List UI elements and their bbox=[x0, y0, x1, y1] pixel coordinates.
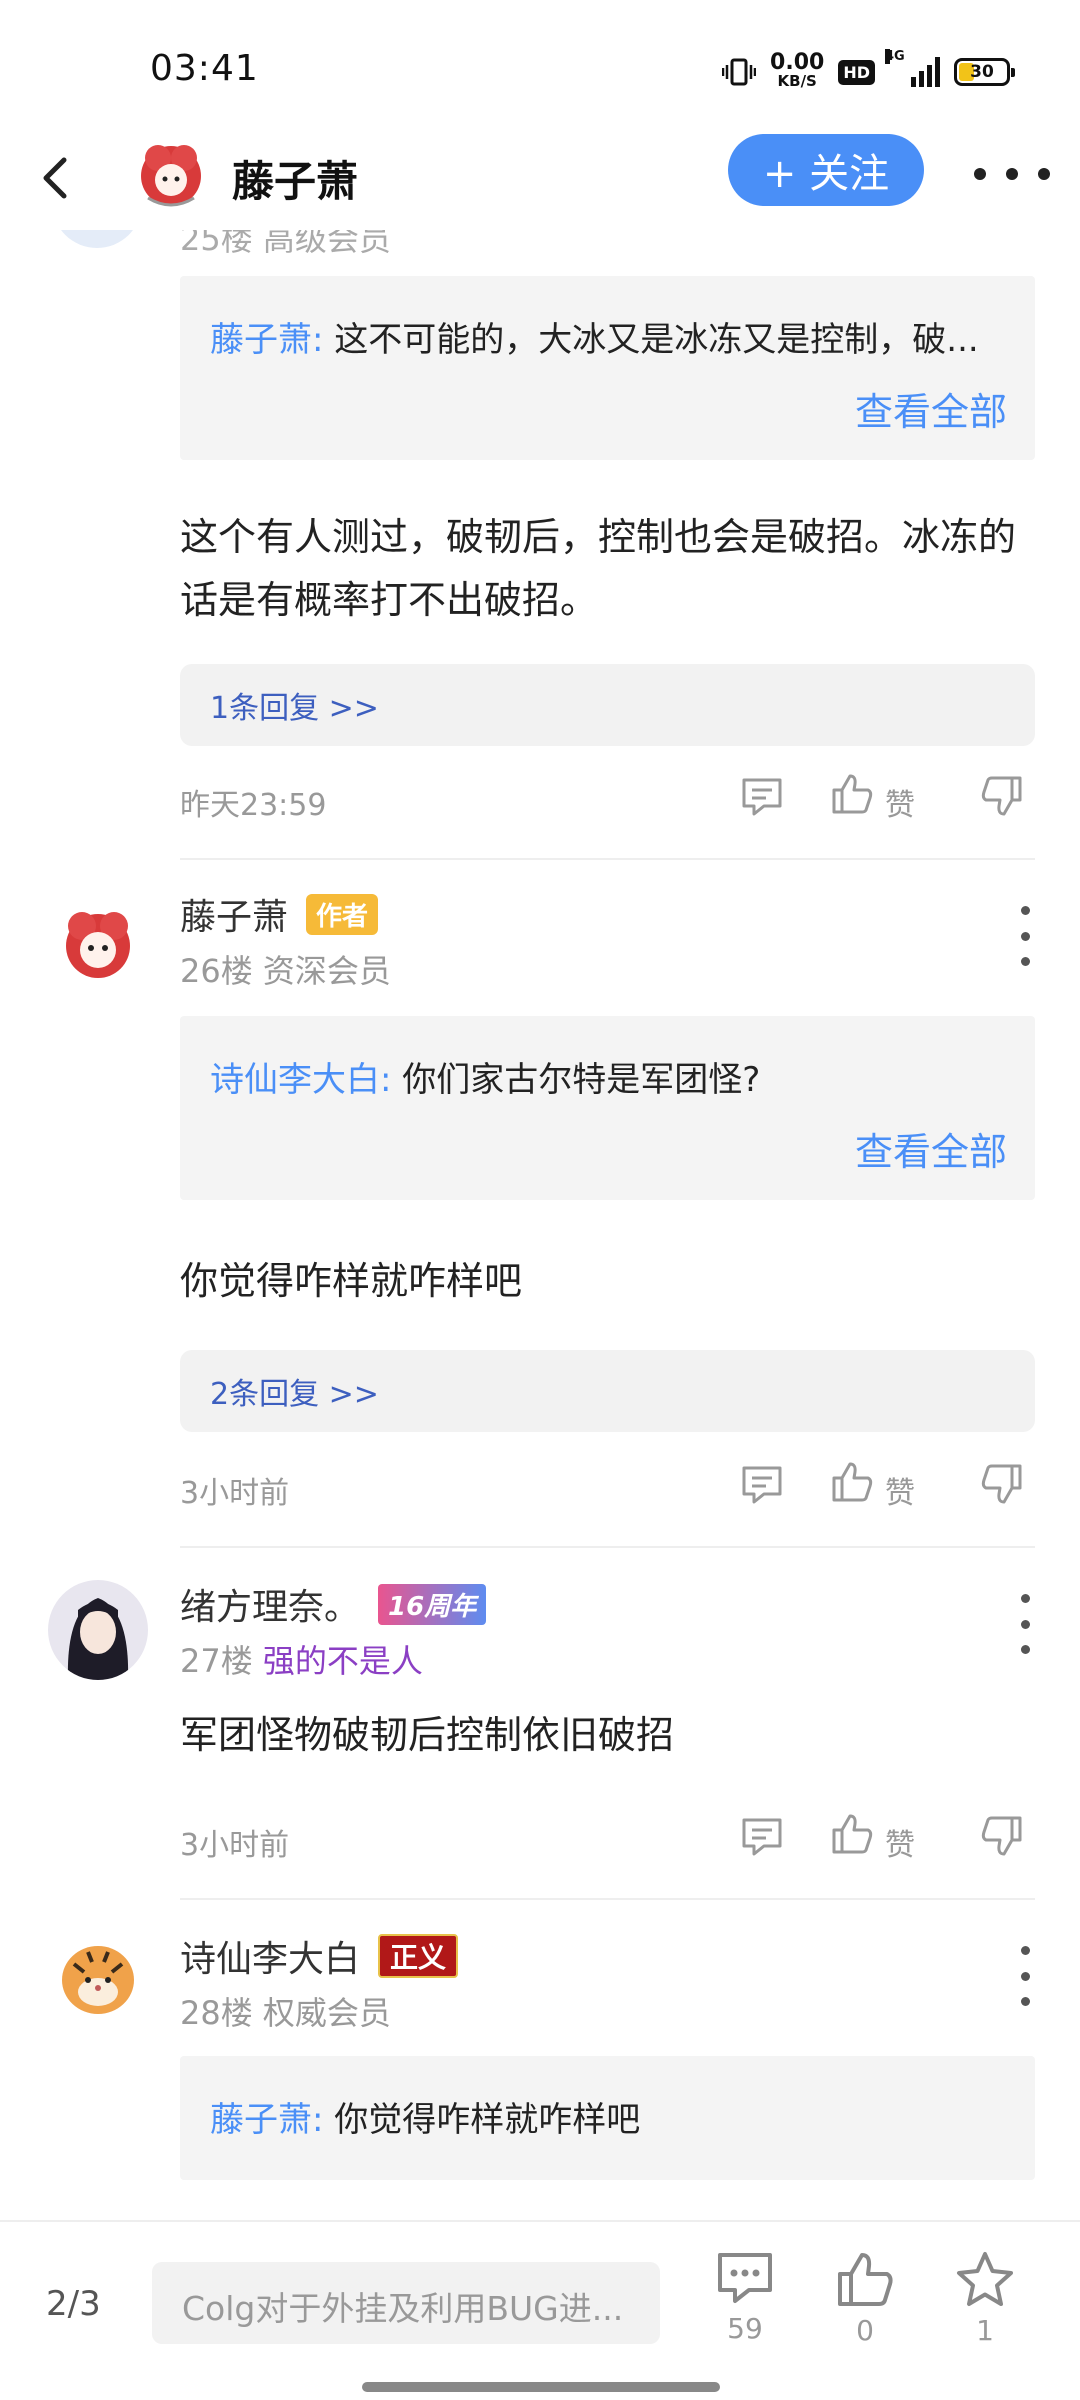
avatar[interactable] bbox=[48, 890, 148, 990]
hd-icon: HD bbox=[838, 59, 875, 85]
comment-time: 昨天23:59 bbox=[180, 788, 327, 823]
reply-icon[interactable] bbox=[740, 1816, 784, 1858]
comment-username[interactable]: 诗仙李大白 正义 bbox=[180, 1930, 459, 1982]
justice-badge: 正义 bbox=[378, 1934, 459, 1978]
replies-link[interactable]: 2条回复 >> bbox=[180, 1350, 1035, 1432]
more-options-button[interactable] bbox=[974, 154, 1050, 194]
quote-text: 诗仙李大白: 你们家古尔特是军团怪? bbox=[210, 1060, 761, 1100]
comment-options-button[interactable] bbox=[1010, 906, 1040, 966]
top-header: 藤子萧 + 关注 bbox=[0, 120, 1080, 230]
floor-info: 25楼 高级会员 bbox=[180, 230, 391, 258]
dot-icon bbox=[974, 168, 986, 180]
signal-icon: 4G bbox=[885, 49, 940, 87]
like-post-button[interactable]: 0 bbox=[820, 2250, 910, 2380]
comment-meta: 昨天23:59 赞 bbox=[180, 768, 1040, 828]
back-arrow-icon bbox=[43, 157, 67, 199]
quote-author: 诗仙李大白: bbox=[210, 1060, 392, 1100]
quote-box[interactable]: 诗仙李大白: 你们家古尔特是军团怪? 查看全部 bbox=[180, 1016, 1035, 1200]
comment-count: 59 bbox=[727, 2312, 763, 2345]
replies-link[interactable]: 1条回复 >> bbox=[180, 664, 1035, 746]
comment-username[interactable]: 绪方理奈。 16周年 bbox=[180, 1578, 487, 1630]
dot-icon bbox=[1006, 168, 1018, 180]
comment-options-button[interactable] bbox=[1010, 1946, 1040, 2006]
star-icon bbox=[957, 2252, 1013, 2306]
like-label[interactable]: 赞 bbox=[885, 780, 915, 824]
like-count: 0 bbox=[856, 2314, 874, 2347]
dot-icon bbox=[1038, 168, 1050, 180]
comment-list[interactable]: 25楼 高级会员 藤子萧: 这不可能的，大冰又是冰冻又是控制，破... 查看全部… bbox=[0, 230, 1080, 2220]
dislike-icon[interactable] bbox=[980, 1814, 1024, 1858]
quote-author: 藤子萧: bbox=[210, 320, 324, 360]
divider bbox=[180, 858, 1035, 860]
divider bbox=[180, 1546, 1035, 1548]
status-icons: 0.00 KB/S HD 4G 30 bbox=[722, 49, 1015, 94]
favorite-button[interactable]: 1 bbox=[940, 2250, 1030, 2380]
quote-box[interactable]: 藤子萧: 这不可能的，大冰又是冰冻又是控制，破... 查看全部 bbox=[180, 276, 1035, 460]
comments-button[interactable]: 59 bbox=[700, 2250, 790, 2380]
header-avatar[interactable] bbox=[128, 128, 214, 214]
like-label[interactable]: 赞 bbox=[885, 1820, 915, 1864]
view-all-link[interactable]: 查看全部 bbox=[855, 381, 1007, 436]
reply-icon[interactable] bbox=[740, 776, 784, 818]
avatar[interactable] bbox=[48, 1580, 148, 1680]
quote-text: 藤子萧: 这不可能的，大冰又是冰冻又是控制，破... bbox=[210, 320, 979, 360]
dislike-icon[interactable] bbox=[980, 1462, 1024, 1506]
quote-author: 藤子萧: bbox=[210, 2100, 324, 2140]
network-speed: 0.00 KB/S bbox=[770, 50, 825, 91]
comment-time: 3小时前 bbox=[180, 1828, 290, 1863]
like-icon[interactable] bbox=[830, 1812, 874, 1856]
author-badge: 作者 bbox=[306, 893, 379, 935]
like-icon[interactable] bbox=[830, 1460, 874, 1504]
home-indicator[interactable] bbox=[362, 2382, 720, 2392]
comment-username[interactable]: 藤子萧 作者 bbox=[180, 888, 379, 940]
like-label[interactable]: 赞 bbox=[885, 1468, 915, 1512]
avatar[interactable] bbox=[48, 1930, 148, 2030]
comment-input[interactable]: Colg对于外挂及利用BUG进... bbox=[152, 2262, 660, 2344]
comment-body: 军团怪物破韧后控制依旧破招 bbox=[180, 1713, 675, 1757]
battery-icon: 30 bbox=[954, 58, 1015, 86]
comment-icon bbox=[718, 2253, 772, 2303]
header-username[interactable]: 藤子萧 bbox=[232, 148, 358, 209]
floor-info: 27楼 强的不是人 bbox=[180, 1642, 423, 1680]
floor-info: 26楼 资深会员 bbox=[180, 952, 391, 990]
vibrate-icon bbox=[722, 58, 757, 86]
back-button[interactable] bbox=[30, 148, 80, 208]
dislike-icon[interactable] bbox=[980, 774, 1024, 818]
divider bbox=[180, 1898, 1035, 1900]
comment-meta: 3小时前 赞 bbox=[180, 1456, 1040, 1516]
avatar[interactable] bbox=[52, 230, 142, 248]
user-title: 强的不是人 bbox=[262, 1642, 423, 1680]
comment-meta: 3小时前 赞 bbox=[180, 1808, 1040, 1868]
status-time: 03:41 bbox=[150, 48, 259, 89]
floor-info: 28楼 权威会员 bbox=[180, 1994, 391, 2032]
status-bar: 03:41 0.00 KB/S HD 4G 30 bbox=[0, 0, 1080, 140]
thumbs-up-icon bbox=[838, 2253, 893, 2306]
comment-options-button[interactable] bbox=[1010, 1594, 1040, 1654]
anniversary-badge: 16周年 bbox=[378, 1583, 487, 1625]
comment-body: 这个有人测过，破韧后，控制也会是破招。冰冻的话是有概率打不出破招。 bbox=[180, 515, 1017, 622]
quote-text: 藤子萧: 你觉得咋样就咋样吧 bbox=[210, 2100, 641, 2140]
quote-box[interactable]: 藤子萧: 你觉得咋样就咋样吧 bbox=[180, 2056, 1035, 2180]
view-all-link[interactable]: 查看全部 bbox=[855, 1121, 1007, 1176]
bottom-action-bar: 2/3 Colg对于外挂及利用BUG进... 59 0 1 bbox=[0, 2220, 1080, 2400]
page-indicator[interactable]: 2/3 bbox=[46, 2284, 101, 2324]
like-icon[interactable] bbox=[830, 772, 874, 816]
follow-button[interactable]: + 关注 bbox=[728, 134, 924, 206]
reply-icon[interactable] bbox=[740, 1464, 784, 1506]
comment-time: 3小时前 bbox=[180, 1476, 290, 1511]
favorite-count: 1 bbox=[976, 2314, 994, 2347]
comment-body: 你觉得咋样就咋样吧 bbox=[180, 1259, 523, 1303]
